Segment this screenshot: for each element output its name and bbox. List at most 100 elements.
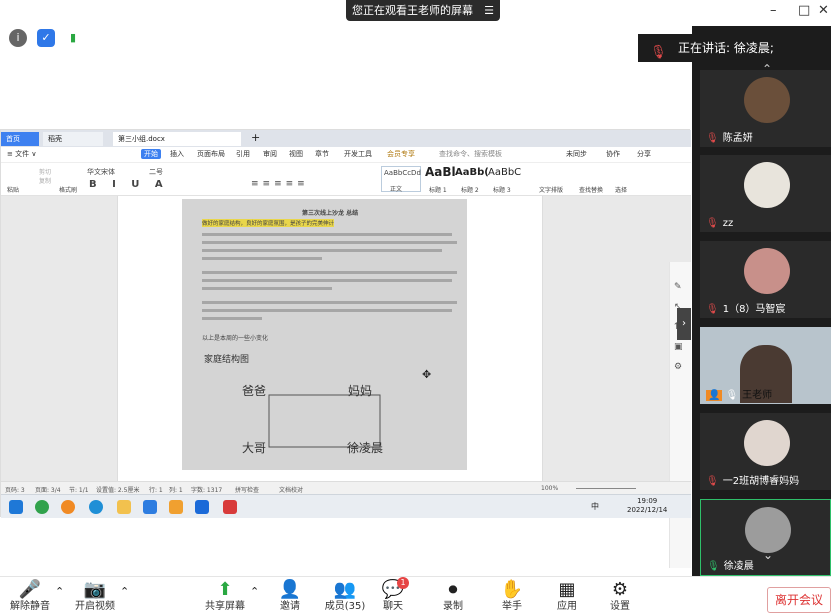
status-col: 列: 1: [169, 487, 183, 494]
cut-button[interactable]: 剪切: [39, 167, 51, 176]
node-self: 徐凌晨: [347, 441, 384, 455]
app-icon-search[interactable]: [169, 500, 183, 514]
maximize-button[interactable]: □: [798, 3, 810, 18]
tab-document[interactable]: 第三小组.docx: [113, 132, 241, 146]
chat-icon: 💬: [381, 579, 405, 600]
chevron-up-icon[interactable]: ⌃: [120, 585, 129, 598]
size-select[interactable]: 二号: [149, 167, 163, 177]
proofread-button[interactable]: 文档校对: [279, 485, 303, 494]
sync-status[interactable]: 未同步: [566, 149, 587, 159]
tab-home[interactable]: 首页: [1, 132, 39, 146]
image-icon[interactable]: ▣: [674, 342, 683, 352]
avatar: [744, 248, 790, 294]
leave-meeting-button[interactable]: 离开会议: [767, 587, 831, 613]
ribbon-tab-vip[interactable]: 会员专享: [387, 149, 415, 159]
zoom-slider[interactable]: [576, 488, 636, 489]
document-area[interactable]: 第三次线上沙龙 总结 做好的家庭结构，良好的家庭氛围，是孩子的完美伸计 以上是本…: [1, 196, 691, 568]
app-icon-firefox[interactable]: [61, 500, 75, 514]
close-button[interactable]: ✕: [818, 3, 829, 18]
style-normal[interactable]: AaBbCcDd 正文: [381, 166, 421, 193]
ribbon-tab-dev[interactable]: 开发工具: [344, 149, 372, 159]
style-h1-sample[interactable]: AaBl: [425, 165, 456, 179]
ribbon-tab-refs[interactable]: 引用: [236, 149, 250, 159]
participant-tile[interactable]: 🎙 1（8）马智宸: [700, 241, 831, 318]
screen-share-banner[interactable]: 您正在观看王老师的屏幕 ☰: [346, 0, 500, 21]
avatar: [745, 507, 791, 553]
status-page-number: 页码: 3: [5, 487, 25, 494]
settings-button[interactable]: ⚙ 设置: [590, 579, 650, 613]
settings-small-icon[interactable]: ⚙: [674, 362, 682, 372]
find-replace-button[interactable]: 查找替换: [579, 185, 603, 194]
start-video-button[interactable]: 📷 开启视频: [65, 579, 125, 613]
unmute-button[interactable]: 🎤 解除静音: [0, 579, 60, 613]
record-button[interactable]: ⏺ 录制: [423, 579, 483, 613]
ime-indicator[interactable]: 中: [591, 501, 599, 512]
chat-button[interactable]: 💬 聊天 1: [363, 577, 423, 613]
collab-button[interactable]: 协作: [606, 149, 620, 159]
participant-tile[interactable]: 🎙 陈孟妍: [700, 70, 831, 147]
raise-hand-button[interactable]: ✋ 举手: [482, 579, 542, 613]
copy-button[interactable]: 复制: [39, 176, 51, 185]
participant-name: 陈孟妍: [722, 133, 753, 144]
new-tab-icon[interactable]: +: [251, 131, 260, 144]
align-buttons[interactable]: ≡≡≡≡≡: [251, 179, 309, 189]
signal-icon[interactable]: ▮: [64, 29, 82, 47]
collapse-panel-button[interactable]: ›: [677, 308, 691, 340]
command-search[interactable]: 查找命令、搜索模板: [439, 149, 502, 159]
app-icon-meeting[interactable]: [195, 500, 209, 514]
spellcheck-button[interactable]: 拼写检查: [235, 485, 259, 494]
ribbon-tab-layout[interactable]: 页面布局: [197, 149, 225, 159]
wps-status-bar: 页码: 3 页面: 3/4 节: 1/1 设置值: 2.5厘米 行: 1 列: …: [1, 481, 691, 494]
scanned-image: 第三次线上沙龙 总结 做好的家庭结构，良好的家庭氛围，是孩子的完美伸计 以上是本…: [182, 199, 467, 470]
shield-icon[interactable]: ✓: [37, 29, 55, 47]
paste-button[interactable]: 粘贴: [7, 185, 19, 194]
share-screen-button[interactable]: ⬆ 共享屏幕: [195, 579, 255, 613]
format-buttons[interactable]: B I U A: [89, 179, 169, 190]
app-icon-wps[interactable]: [223, 500, 237, 514]
participant-tile-speaking[interactable]: ⌄ 🎙 徐凌晨: [700, 499, 831, 576]
edit-icon[interactable]: ✎: [674, 282, 682, 292]
text-layout-button[interactable]: 文字排版: [539, 185, 563, 194]
share-button[interactable]: 分享: [637, 149, 651, 159]
status-section: 节: 1/1: [69, 487, 89, 494]
app-icon-edge[interactable]: [89, 500, 103, 514]
participant-tile[interactable]: 🎙 zz: [700, 155, 831, 232]
apps-button[interactable]: ▦ 应用: [537, 579, 597, 613]
app-icon-wechat[interactable]: [35, 500, 49, 514]
tab-shell[interactable]: 稻壳: [43, 132, 103, 146]
ribbon-tab-insert[interactable]: 插入: [170, 149, 184, 159]
invite-button[interactable]: 👤 邀请: [260, 579, 320, 613]
scroll-down-icon[interactable]: ⌄: [763, 548, 773, 562]
avatar: [744, 420, 790, 466]
style-h3-sample[interactable]: AaBbC: [488, 167, 521, 178]
ribbon-tab-review[interactable]: 审阅: [263, 149, 277, 159]
mic-off-icon: 🎤: [18, 579, 42, 600]
start-icon[interactable]: [9, 500, 23, 514]
app-icon-store[interactable]: [143, 500, 157, 514]
format-painter-button[interactable]: 格式刷: [59, 185, 77, 194]
info-icon[interactable]: i: [9, 29, 27, 47]
chevron-up-icon[interactable]: ⌃: [55, 585, 64, 598]
document-page[interactable]: 第三次线上沙龙 总结 做好的家庭结构，良好的家庭氛围，是孩子的完美伸计 以上是本…: [117, 196, 543, 502]
font-select[interactable]: 华文宋体: [87, 167, 115, 177]
participant-name: 徐凌晨: [723, 561, 754, 572]
ribbon-tab-chapter[interactable]: 章节: [315, 149, 329, 159]
node-brother: 大哥: [242, 441, 267, 455]
banner-text: 您正在观看王老师的屏幕: [352, 4, 473, 17]
ribbon-tab-file[interactable]: ≡ 文件 ∨: [7, 149, 36, 159]
ribbon-tab-view[interactable]: 视图: [289, 149, 303, 159]
participant-tile[interactable]: 🎙 一2班胡博睿妈妈: [700, 413, 831, 490]
chevron-up-icon[interactable]: ⌃: [250, 585, 259, 598]
active-speaker-text: 正在讲话: 徐凌晨;: [678, 41, 774, 55]
select-button[interactable]: 选择: [615, 185, 627, 194]
menu-icon[interactable]: ☰: [484, 0, 494, 21]
taskbar-clock[interactable]: 19:09 2022/12/14: [627, 497, 667, 515]
app-icon-folder[interactable]: [117, 500, 131, 514]
zoom-level[interactable]: 100%: [541, 485, 558, 492]
style-h2-sample[interactable]: AaBb(: [455, 167, 489, 178]
status-page: 页面: 3/4: [35, 487, 61, 494]
participant-tile-host[interactable]: 👤 🎙 王老师: [700, 327, 831, 404]
mic-muted-icon: 🎙: [706, 304, 719, 315]
minimize-button[interactable]: –: [770, 3, 777, 18]
ribbon-tab-start[interactable]: 开始: [141, 149, 161, 159]
